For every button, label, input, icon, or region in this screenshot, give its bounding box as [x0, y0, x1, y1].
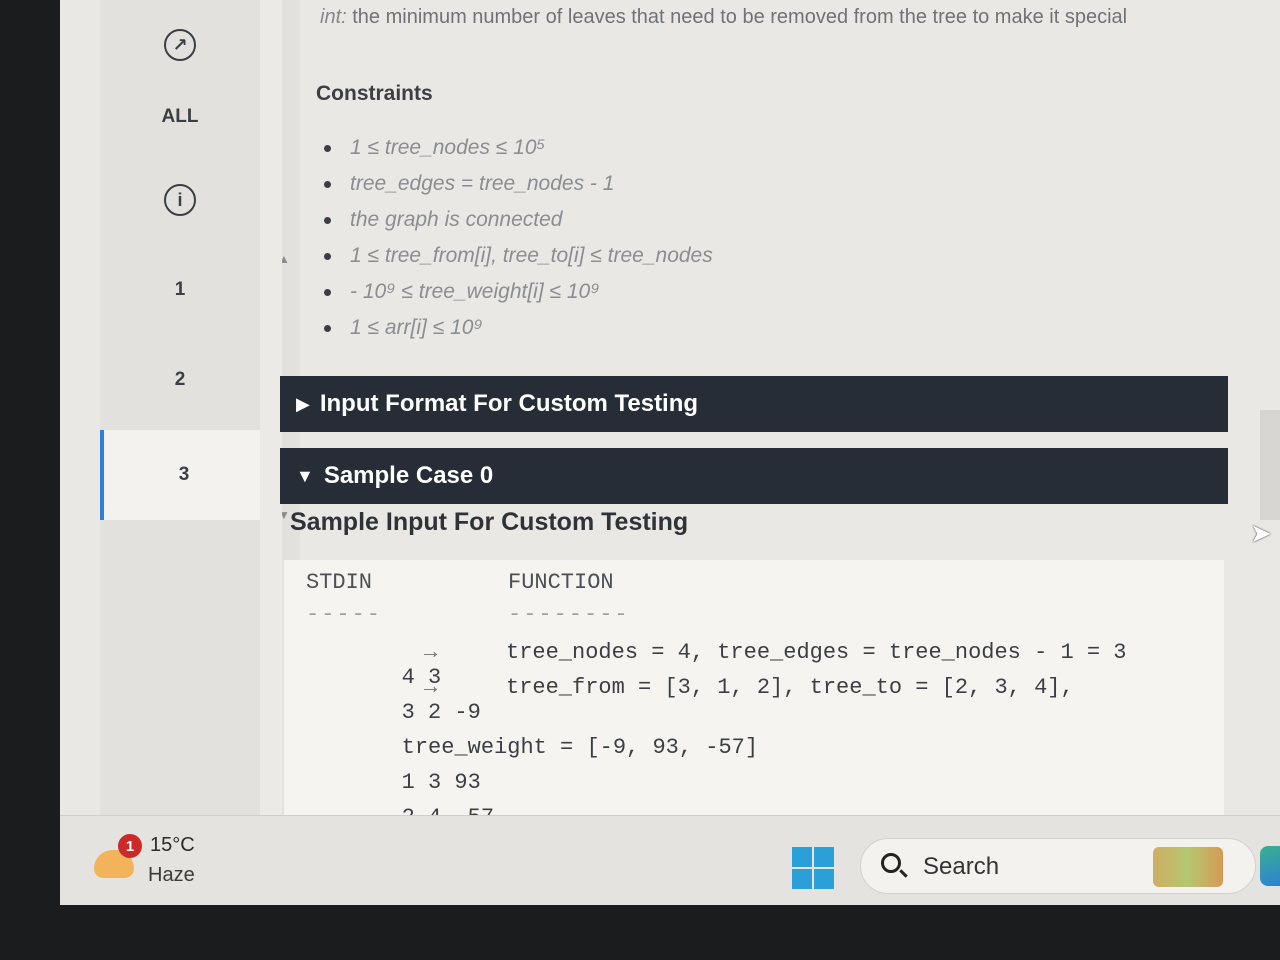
input-format-toggle[interactable]: ▶ Input Format For Custom Testing: [280, 376, 1228, 432]
expand-triangle-icon: ▶: [296, 393, 310, 414]
nav-question-label: 1: [174, 279, 186, 300]
problem-content: int: the minimum number of leaves that n…: [280, 0, 1240, 830]
info-icon: i: [164, 184, 196, 216]
constraints-title: Constraints: [316, 82, 433, 105]
collapse-triangle-icon: ▼: [296, 465, 314, 486]
notification-badge: 1: [118, 834, 142, 858]
input-format-label: Input Format For Custom Testing: [319, 390, 699, 417]
function-header: FUNCTION: [508, 570, 614, 595]
constraints-list: 1 ≤ tree_nodes ≤ 10⁵ tree_edges = tree_n…: [324, 130, 713, 346]
weather-condition: Haze: [148, 864, 195, 886]
search-label: Search: [923, 853, 1000, 880]
weather-widget[interactable]: 1 15°C Haze: [88, 832, 208, 892]
function-underline: --------: [508, 602, 630, 627]
search-icon: [881, 853, 901, 873]
constraint-item: - 10⁹ ≤ tree_weight[i] ≤ 10⁹: [324, 274, 713, 310]
taskbar: 1 15°C Haze Search: [60, 815, 1280, 905]
stdin-header: STDIN: [306, 570, 373, 595]
nav-question-2[interactable]: 2: [100, 335, 260, 425]
function-text: tree_nodes = 4, tree_edges = tree_nodes …: [506, 640, 1127, 665]
compass-icon: ↗: [164, 29, 196, 61]
sample-input-code: STDIN FUNCTION ----- -------- 4 3 → tree…: [284, 560, 1224, 830]
taskbar-search[interactable]: Search: [860, 838, 1256, 894]
nav-all[interactable]: ALL: [100, 72, 260, 162]
navigator-divider: [260, 0, 282, 815]
sample-case-label: Sample Case 0: [323, 462, 494, 489]
temperature: 15°C: [150, 834, 195, 856]
function-text: tree_from = [3, 1, 2], tree_to = [2, 3, …: [506, 675, 1074, 700]
nav-all-label: ALL: [161, 106, 199, 127]
screen: ↗ ALL i ▲ 1 2 3 ▼ int: the minimum numbe…: [60, 0, 1280, 905]
nav-question-1[interactable]: 1: [100, 245, 260, 335]
constraint-item: tree_edges = tree_nodes - 1: [324, 166, 713, 202]
returns-description: int: the minimum number of leaves that n…: [320, 4, 1180, 30]
mouse-pointer-icon: ➤: [1250, 518, 1272, 548]
nav-question-label: 2: [174, 369, 186, 390]
search-highlight-image: [1153, 847, 1223, 887]
nav-question-label: 3: [178, 464, 190, 485]
sample-input-title: Sample Input For Custom Testing: [290, 508, 689, 536]
info-button[interactable]: i: [100, 155, 260, 245]
arrow-icon: →: [424, 640, 438, 665]
return-type: int:: [320, 6, 347, 28]
return-text: the minimum number of leaves that need t…: [352, 6, 1128, 28]
constraint-item: 1 ≤ arr[i] ≤ 10⁹: [324, 310, 713, 346]
nav-question-3[interactable]: 3: [100, 430, 264, 520]
page-scrollbar[interactable]: [1260, 410, 1280, 520]
sample-case-toggle[interactable]: ▼ Sample Case 0: [280, 448, 1228, 504]
constraint-item: the graph is connected: [324, 202, 713, 238]
constraint-item: 1 ≤ tree_from[i], tree_to[i] ≤ tree_node…: [324, 238, 713, 274]
windows-start-icon[interactable]: [792, 847, 834, 889]
stdin-underline: -----: [306, 602, 383, 627]
edge-browser-icon[interactable]: [1260, 846, 1280, 886]
constraint-item: 1 ≤ tree_nodes ≤ 10⁵: [324, 130, 713, 166]
arrow-icon: →: [424, 675, 438, 700]
